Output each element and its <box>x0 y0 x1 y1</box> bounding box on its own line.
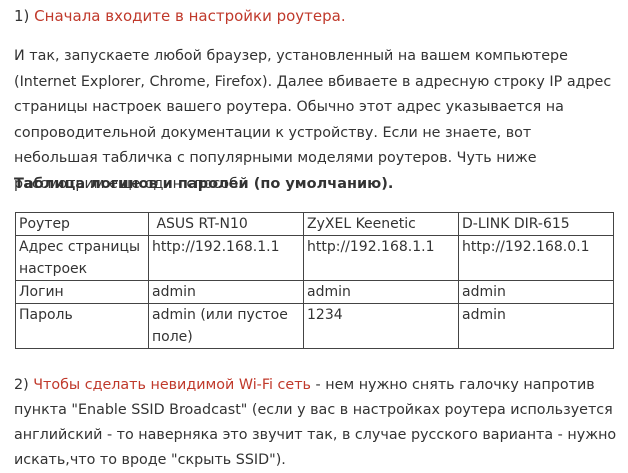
table-header-cell: D-LINK DIR-615 <box>458 212 614 236</box>
step-2-highlight: Чтобы сделать невидимой Wi-Fi сеть <box>33 377 311 393</box>
table-cell: admin (или пустое поле) <box>148 303 304 349</box>
table-cell: admin <box>303 280 459 304</box>
table-cell: http://192.168.0.1 <box>458 235 614 281</box>
table-row: Пароль admin (или пустое поле) 1234 admi… <box>15 303 614 349</box>
table-title: Таблица логинов и паролей (по умолчанию)… <box>14 176 394 192</box>
article-page: 1) Сначала входите в настройки роутера. … <box>0 0 628 472</box>
router-credentials-table: Роутер ASUS RT-N10 ZyXEL Keenetic D-LINK… <box>15 212 614 349</box>
table-cell: http://192.168.1.1 <box>148 235 304 281</box>
table-cell: admin <box>458 303 614 349</box>
step-1-number: 1) <box>14 7 35 25</box>
table-cell: http://192.168.1.1 <box>303 235 459 281</box>
intro-paragraph: И так, запускаете любой браузер, установ… <box>14 48 612 192</box>
table-cell: admin <box>148 280 304 304</box>
step-2-paragraph: 2) Чтобы сделать невидимой Wi-Fi сеть - … <box>14 373 618 473</box>
table-cell: 1234 <box>303 303 459 349</box>
table-cell: admin <box>458 280 614 304</box>
table-cell: Логин <box>15 280 149 304</box>
table-row: Логин admin admin admin <box>15 280 614 304</box>
step-1-heading: 1) Сначала входите в настройки роутера. <box>14 6 346 26</box>
table-header-row: Роутер ASUS RT-N10 ZyXEL Keenetic D-LINK… <box>15 212 614 236</box>
table-header-cell: ZyXEL Keenetic <box>303 212 459 236</box>
table-cell: Адрес страницы настроек <box>15 235 149 281</box>
table-row: Адрес страницы настроек http://192.168.1… <box>15 235 614 281</box>
step-1-title: Сначала входите в настройки роутера. <box>34 7 346 25</box>
table-header-cell: ASUS RT-N10 <box>148 212 304 236</box>
table-header-cell: Роутер <box>15 212 149 236</box>
step-2-number: 2) <box>14 377 34 393</box>
table-cell: Пароль <box>15 303 149 349</box>
